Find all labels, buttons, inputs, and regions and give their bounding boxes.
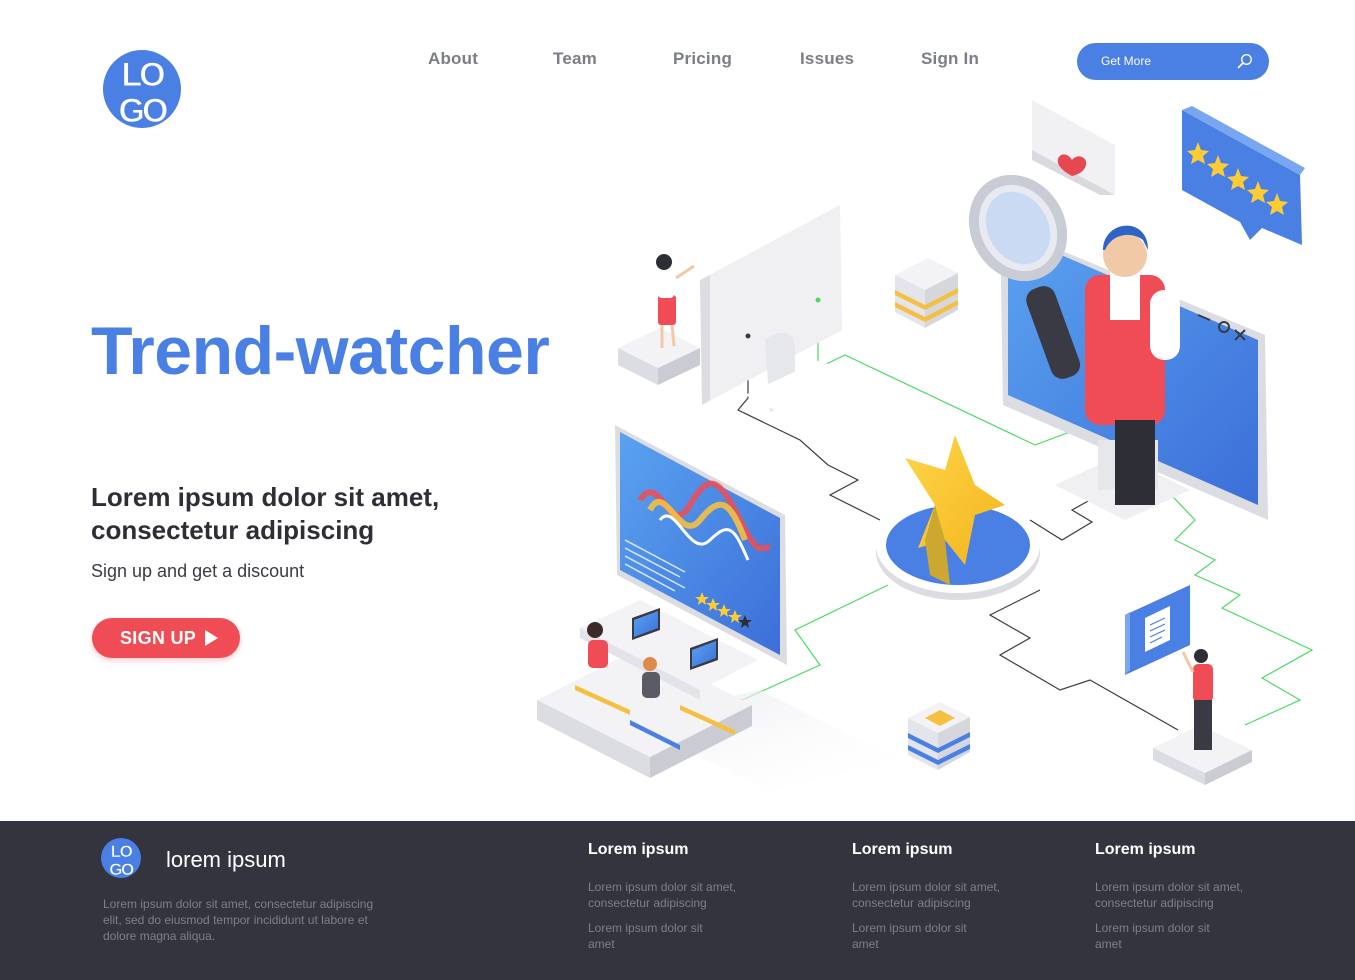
get-more-label: Get More [1101,54,1152,68]
woman-on-pedestal [618,254,700,385]
footer-logo-text-top: LO [111,842,133,861]
footer-column-3: Lorem ipsum Lorem ipsum dolor sit amet, … [1095,841,1295,961]
site-footer: LO GO lorem ipsum Lorem ipsum dolor sit … [0,821,1355,980]
footer-column-title: Lorem ipsum [588,841,689,858]
sign-up-label: SIGN UP [120,628,197,648]
data-block-top [895,258,958,328]
footer-column-1: Lorem ipsum Lorem ipsum dolor sit amet, … [588,841,788,961]
footer-link[interactable]: Lorem ipsum dolor sit amet [588,920,718,952]
white-monitor [700,205,850,412]
hero-title: Trend-watcher [91,313,550,389]
hero-subtitle-line-1: Lorem ipsum dolor sit amet, [91,482,440,512]
nav-issues[interactable]: Issues [800,49,854,69]
footer-column-title: Lorem ipsum [1095,841,1196,858]
wire-node [815,297,821,303]
data-block-bottom [908,702,970,770]
video-monitor [968,174,1268,520]
nav-pricing[interactable]: Pricing [673,49,732,69]
footer-brand-name: lorem ipsum [166,847,286,872]
footer-column-2: Lorem ipsum Lorem ipsum dolor sit amet, … [852,841,1052,961]
footer-link[interactable]: Lorem ipsum dolor sit amet, consectetur … [588,879,763,911]
sign-up-button[interactable]: SIGN UP [92,618,240,658]
hero-subtitle: Lorem ipsum dolor sit amet, consectetur … [91,481,511,547]
footer-logo-text-bottom: GO [109,860,134,878]
document-panel [1125,585,1190,675]
footer-description: Lorem ipsum dolor sit amet, consectetur … [103,897,374,943]
black-wire-right [1029,499,1094,541]
heart-bubble [1032,100,1115,195]
footer-link[interactable]: Lorem ipsum dolor sit amet, consectetur … [852,879,1027,911]
hero-tagline: Sign up and get a discount [91,561,305,581]
standing-man [1153,649,1252,785]
get-more-search-button[interactable]: Get More [1077,43,1269,80]
footer-link[interactable]: Lorem ipsum dolor sit amet [1095,920,1225,952]
nav-sign-in[interactable]: Sign In [921,49,979,69]
hero-subtitle-line-2: consectetur adipiscing [91,515,375,545]
logo-text-bottom: GO [119,92,168,128]
footer-logo[interactable]: LO GO [101,838,141,878]
wire-node [745,333,751,339]
rating-bubble [1182,106,1305,245]
star-platform [876,435,1040,600]
nav-team[interactable]: Team [553,49,597,69]
footer-link[interactable]: Lorem ipsum dolor sit amet [852,920,982,952]
footer-link[interactable]: Lorem ipsum dolor sit amet, consectetur … [1095,879,1270,911]
play-arrow-icon [205,630,218,646]
nav-about[interactable]: About [428,49,478,69]
search-icon[interactable] [1237,53,1253,69]
footer-column-title: Lorem ipsum [852,841,953,858]
isometric-illustration [537,100,1314,790]
